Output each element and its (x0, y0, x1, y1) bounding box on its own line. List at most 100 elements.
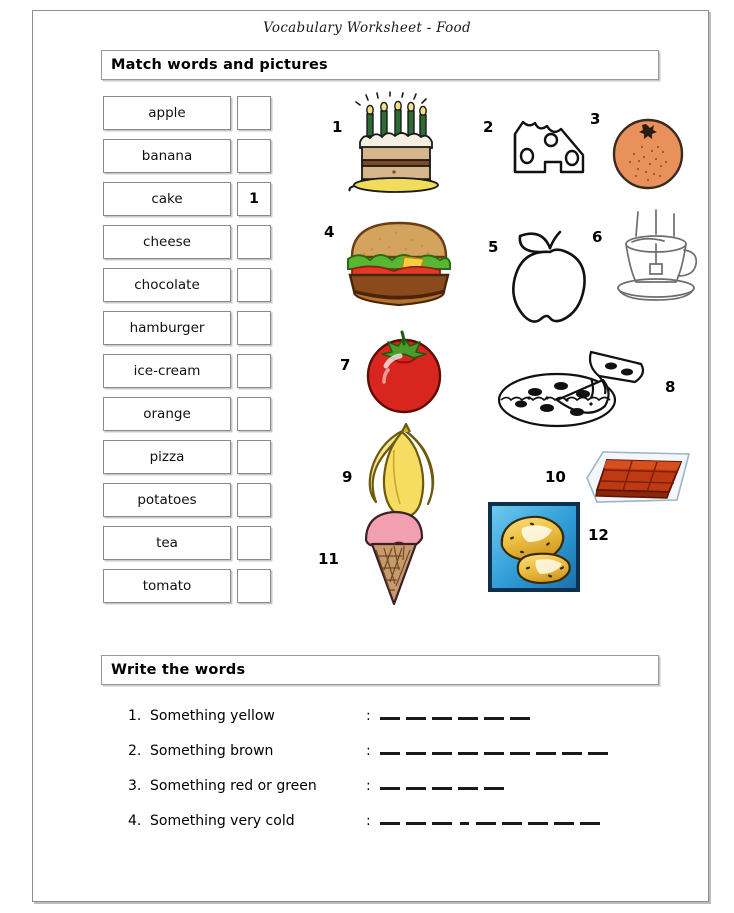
blank-dash[interactable] (380, 716, 400, 720)
word-row: cheese (103, 225, 273, 268)
question-number: 2. (128, 743, 142, 759)
picture-number: 6 (592, 228, 603, 246)
picture-cell-5: 5 (470, 222, 590, 332)
picture-number: 9 (342, 468, 353, 486)
blank-dash[interactable] (380, 786, 400, 790)
answer-blanks[interactable] (380, 706, 536, 730)
answer-box[interactable] (237, 96, 271, 130)
question-row: 4. Something very cold : (128, 811, 648, 846)
worksheet-page: Vocabulary Worksheet - Food Match words … (0, 0, 734, 913)
blank-dash[interactable] (554, 821, 574, 825)
word-box: apple (103, 96, 231, 130)
question-row: 3. Something red or green : (128, 776, 648, 811)
word-row: pizza (103, 440, 273, 483)
word-row: potatoes (103, 483, 273, 526)
blank-dash[interactable] (432, 786, 452, 790)
answer-blanks[interactable] (380, 776, 510, 800)
blank-dash[interactable] (536, 751, 556, 755)
blank-dash[interactable] (588, 751, 608, 755)
blank-dash[interactable] (458, 751, 478, 755)
blank-dash[interactable] (380, 821, 400, 825)
blank-dash[interactable] (406, 716, 426, 720)
answer-box[interactable] (237, 569, 271, 603)
blank-dash[interactable] (476, 821, 496, 825)
word-box: chocolate (103, 268, 231, 302)
section-header-match: Match words and pictures (101, 50, 659, 80)
picture-grid: 1 2 3 4 5 6 7 8 9 10 11 12 (300, 90, 698, 625)
section-header-write-label: Write the words (111, 662, 246, 678)
word-row: ice-cream (103, 354, 273, 397)
blank-dash[interactable] (510, 716, 530, 720)
picture-cell-6: 6 (590, 208, 700, 318)
blank-dash[interactable] (458, 786, 478, 790)
apple-outline-icon (504, 222, 596, 330)
blank-dash[interactable] (458, 716, 478, 720)
picture-cell-8: 8 (495, 342, 695, 442)
answer-box[interactable] (237, 268, 271, 302)
answer-box[interactable] (237, 397, 271, 431)
picture-cell-2: 2 (455, 104, 585, 204)
answer-box[interactable] (237, 139, 271, 173)
blank-dash[interactable] (406, 786, 426, 790)
picture-cell-3: 3 (578, 102, 693, 202)
teacup-icon (612, 208, 704, 313)
answer-box[interactable]: 1 (237, 182, 271, 216)
picture-cell-7: 7 (300, 320, 450, 425)
section-header-write: Write the words (101, 655, 659, 685)
picture-cell-12: 12 (468, 502, 648, 602)
picture-number: 5 (488, 238, 499, 256)
question-number: 1. (128, 708, 142, 724)
blank-dash[interactable] (406, 821, 426, 825)
blank-dash[interactable] (380, 751, 400, 755)
answer-box[interactable] (237, 483, 271, 517)
pizza-icon (495, 342, 663, 434)
blank-dash[interactable] (502, 821, 522, 825)
word-row: apple (103, 96, 273, 139)
word-box: pizza (103, 440, 231, 474)
question-row: 1. Something yellow : (128, 706, 648, 741)
word-box: orange (103, 397, 231, 431)
blank-dash[interactable] (484, 786, 504, 790)
blank-dash[interactable] (562, 751, 582, 755)
answer-box[interactable] (237, 354, 271, 388)
word-row: hamburger (103, 311, 273, 354)
answer-blanks[interactable] (380, 741, 614, 765)
answer-blanks[interactable] (380, 811, 606, 835)
blank-dash[interactable] (484, 751, 504, 755)
blank-dash[interactable] (510, 751, 530, 755)
blank-dash[interactable] (580, 821, 600, 825)
answer-box[interactable] (237, 440, 271, 474)
blank-dash[interactable] (432, 751, 452, 755)
answer-box[interactable] (237, 526, 271, 560)
word-row: tea (103, 526, 273, 569)
word-box: potatoes (103, 483, 231, 517)
picture-cell-4: 4 (300, 215, 460, 315)
picture-number: 8 (665, 378, 676, 396)
word-box: ice-cream (103, 354, 231, 388)
question-colon: : (366, 813, 371, 829)
answer-box[interactable] (237, 311, 271, 345)
question-prompt: Something red or green (150, 778, 317, 794)
blank-dash[interactable] (432, 716, 452, 720)
picture-cell-11: 11 (300, 500, 450, 615)
section-header-match-label: Match words and pictures (111, 57, 328, 73)
blank-dash[interactable] (528, 821, 548, 825)
word-row: banana (103, 139, 273, 182)
question-colon: : (366, 743, 371, 759)
picture-number: 11 (318, 550, 339, 568)
question-number: 3. (128, 778, 142, 794)
blank-hyphen (460, 821, 469, 825)
word-row: orange (103, 397, 273, 440)
word-list: apple banana cake 1 cheese chocolate ham… (103, 96, 273, 612)
blank-dash[interactable] (406, 751, 426, 755)
blank-dash[interactable] (432, 821, 452, 825)
question-prompt: Something yellow (150, 708, 275, 724)
question-colon: : (366, 778, 371, 794)
question-prompt: Something very cold (150, 813, 295, 829)
birthday-cake-icon (348, 90, 444, 194)
picture-number: 4 (324, 223, 335, 241)
hamburger-icon (344, 215, 454, 307)
blank-dash[interactable] (484, 716, 504, 720)
picture-number: 3 (590, 110, 601, 128)
answer-box[interactable] (237, 225, 271, 259)
